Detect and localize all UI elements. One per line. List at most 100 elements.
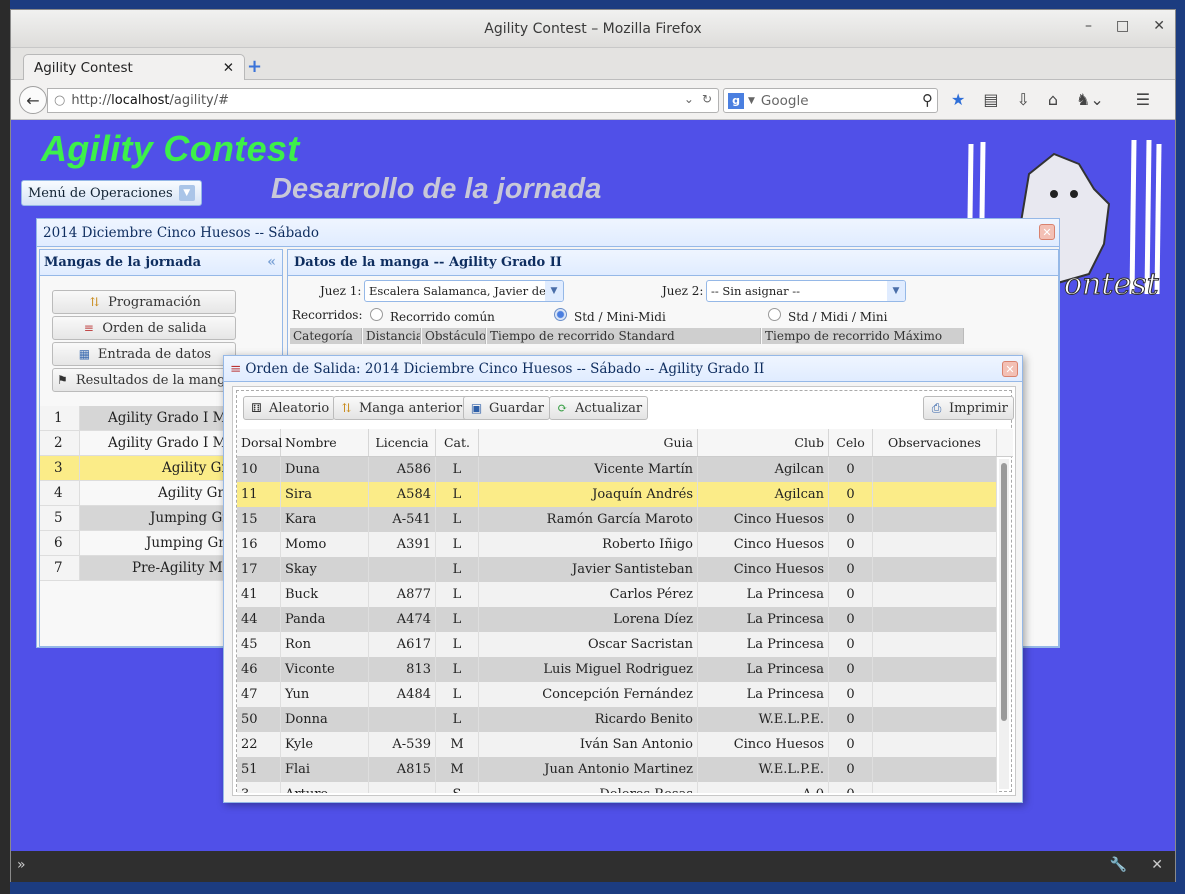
table-row[interactable]: 10 Duna A586 L Vicente Martín Agilcan 0 xyxy=(237,457,1013,482)
hamburger-menu-icon[interactable]: ☰ xyxy=(1136,90,1150,109)
chevron-down-icon: ▼ xyxy=(178,185,195,201)
printer-icon: ⎙ xyxy=(931,400,942,415)
close-tab-icon[interactable]: ✕ xyxy=(223,60,234,76)
cell-cat: L xyxy=(436,507,479,532)
cell-guia: Vicente Martín xyxy=(479,457,698,482)
programacion-button[interactable]: ⇅ Programación xyxy=(52,290,236,314)
bookmark-star-icon[interactable]: ★ xyxy=(951,90,965,109)
journey-panel-header: 2014 Diciembre Cinco Huesos -- Sábado ✕ xyxy=(37,219,1059,247)
cell-club: Cinco Huesos xyxy=(698,557,829,582)
refresh-button[interactable]: ⟳ Actualizar xyxy=(549,396,649,420)
chevron-right-icon[interactable]: » xyxy=(17,857,26,873)
cell-guia: Juan Antonio Martinez xyxy=(479,757,698,782)
table-row[interactable]: 3Arturo SDolores RosasA.00 xyxy=(237,782,1013,793)
col-celo[interactable]: Celo xyxy=(829,429,873,456)
cell-dorsal: 10 xyxy=(237,457,281,482)
cell-dorsal: 46 xyxy=(237,657,281,682)
close-bar-icon[interactable]: ✕ xyxy=(1151,857,1163,873)
cell-celo: 0 xyxy=(829,457,873,482)
radio-recorrido-comun[interactable] xyxy=(370,308,383,321)
table-row[interactable]: 22 Kyle A-539 M Iván San Antonio Cinco Huesos… xyxy=(237,732,1013,757)
print-button[interactable]: ⎙ Imprimir xyxy=(923,396,1014,420)
cell-dorsal: 47 xyxy=(237,682,281,707)
new-tab-icon[interactable]: + xyxy=(247,56,262,77)
cell-celo: 0 xyxy=(829,707,873,732)
header-tiempo-standard: Tiempo de recorrido Standard xyxy=(487,328,761,344)
cell-cat: L xyxy=(436,682,479,707)
radio-std-midi-mini[interactable] xyxy=(768,308,781,321)
table-row[interactable]: 46 Viconte 813 L Luis Miguel Rodriguez La Pri… xyxy=(237,657,1013,682)
cell-club: W.E.L.P.E. xyxy=(698,707,829,732)
cell-guia: Ricardo Benito xyxy=(479,707,698,732)
cell-nombre: Sira xyxy=(281,482,369,507)
maximize-icon[interactable]: □ xyxy=(1116,18,1129,34)
bookmarks-list-icon[interactable]: ▤ xyxy=(983,90,998,109)
save-button[interactable]: ▣ Guardar xyxy=(463,396,551,420)
app-title: Agility Contest xyxy=(41,128,300,169)
search-engine-icon[interactable]: g xyxy=(728,92,744,109)
recorrido-comun-label: Recorrido común xyxy=(390,310,495,324)
table-row[interactable]: 15 Kara A-541 L Ramón García Maroto Cinco Hue… xyxy=(237,507,1013,532)
grid-header: Dorsal Nombre Licencia Cat. Guia Club Ce… xyxy=(237,429,1013,457)
cell-observaciones xyxy=(873,632,997,657)
addon-bar: » 🔧 ✕ xyxy=(11,851,1175,882)
table-row[interactable]: 44 Panda A474 L Lorena Díez La Princesa 0 xyxy=(237,607,1013,632)
table-row[interactable]: 16 Momo A391 L Roberto Iñigo Cinco Huesos 0 xyxy=(237,532,1013,557)
header-distancia: Distancia xyxy=(363,328,421,344)
logo-text: ontest xyxy=(1064,267,1160,299)
col-nombre[interactable]: Nombre xyxy=(281,429,369,456)
close-dialog-icon[interactable]: ✕ xyxy=(1002,361,1018,377)
col-dorsal[interactable]: Dorsal xyxy=(237,429,282,456)
col-club[interactable]: Club xyxy=(698,429,829,456)
search-bar[interactable]: g ▼ Google ⚲ xyxy=(723,88,938,113)
resultados-button[interactable]: ⚑ Resultados de la manga xyxy=(52,368,236,392)
table-row[interactable]: 17 Skay L Javier Santisteban Cinco Huesos 0 xyxy=(237,557,1013,582)
mangas-panel-header: Mangas de la jornada « xyxy=(40,250,282,276)
operations-menu-button[interactable]: Menú de Operaciones ▼ xyxy=(21,180,202,206)
wrench-icon[interactable]: 🔧 xyxy=(1110,857,1127,873)
url-dropdown-icon[interactable]: ⌄ xyxy=(684,92,694,106)
tab-agility-contest[interactable]: Agility Contest ✕ xyxy=(23,54,245,81)
url-bar[interactable]: ○ http://localhost/agility/# ⌄ ↻ xyxy=(47,88,719,113)
cell-observaciones xyxy=(873,782,997,793)
minimize-icon[interactable]: – xyxy=(1085,18,1092,34)
addon-icon[interactable]: ♞⌄ xyxy=(1076,90,1104,109)
radio-std-mini-midi[interactable] xyxy=(554,308,567,321)
juez1-select[interactable]: Escalera Salamanca, Javier de la ▼ xyxy=(364,280,564,302)
downloads-icon[interactable]: ⇩ xyxy=(1016,90,1029,109)
entrada-datos-button[interactable]: ▦ Entrada de datos xyxy=(52,342,236,366)
cell-celo: 0 xyxy=(829,782,873,793)
orden-salida-button[interactable]: ≡ Orden de salida xyxy=(52,316,236,340)
reload-icon[interactable]: ↻ xyxy=(702,92,712,106)
search-engine-dropdown-icon[interactable]: ▼ xyxy=(748,96,755,106)
juez2-value: -- Sin asignar -- xyxy=(711,284,801,298)
col-observaciones[interactable]: Observaciones xyxy=(873,429,997,456)
juez2-select[interactable]: -- Sin asignar -- ▼ xyxy=(706,280,906,302)
search-icon[interactable]: ⚲ xyxy=(922,91,933,109)
previous-round-button[interactable]: ⇅ Manga anterior xyxy=(333,396,469,420)
table-row-selected[interactable]: 11 Sira A584 L Joaquín Andrés Agilcan 0 xyxy=(237,482,1013,507)
table-row[interactable]: 47 Yun A484 L Concepción Fernández La Princes… xyxy=(237,682,1013,707)
cell-guia: Joaquín Andrés xyxy=(479,482,698,507)
back-arrow-icon[interactable]: ← xyxy=(19,86,47,114)
random-button[interactable]: ⚅ Aleatorio xyxy=(243,396,336,420)
window-title: Agility Contest – Mozilla Firefox xyxy=(484,20,702,37)
col-licencia[interactable]: Licencia xyxy=(369,429,436,456)
collapse-left-icon[interactable]: « xyxy=(267,254,276,270)
cell-celo: 0 xyxy=(829,507,873,532)
table-row[interactable]: 41 Buck A877 L Carlos Pérez La Princesa 0 xyxy=(237,582,1013,607)
scrollbar-thumb[interactable] xyxy=(1001,463,1007,721)
home-icon[interactable]: ⌂ xyxy=(1048,90,1058,109)
table-row[interactable]: 45 Ron A617 L Oscar Sacristan La Princesa 0 xyxy=(237,632,1013,657)
cell-dorsal: 11 xyxy=(237,482,281,507)
table-row[interactable]: 50 Donna L Ricardo Benito W.E.L.P.E. 0 xyxy=(237,707,1013,732)
cell-cat: L xyxy=(436,707,479,732)
cell-observaciones xyxy=(873,532,997,557)
close-window-icon[interactable]: ✕ xyxy=(1153,18,1165,34)
table-icon: ▦ xyxy=(78,347,91,361)
col-cat[interactable]: Cat. xyxy=(436,429,479,456)
col-guia[interactable]: Guia xyxy=(479,429,698,456)
table-row[interactable]: 51 Flai A815 M Juan Antonio Martinez W.E.L.P.… xyxy=(237,757,1013,782)
vertical-scrollbar[interactable] xyxy=(999,459,1009,789)
close-panel-icon[interactable]: ✕ xyxy=(1039,224,1055,240)
